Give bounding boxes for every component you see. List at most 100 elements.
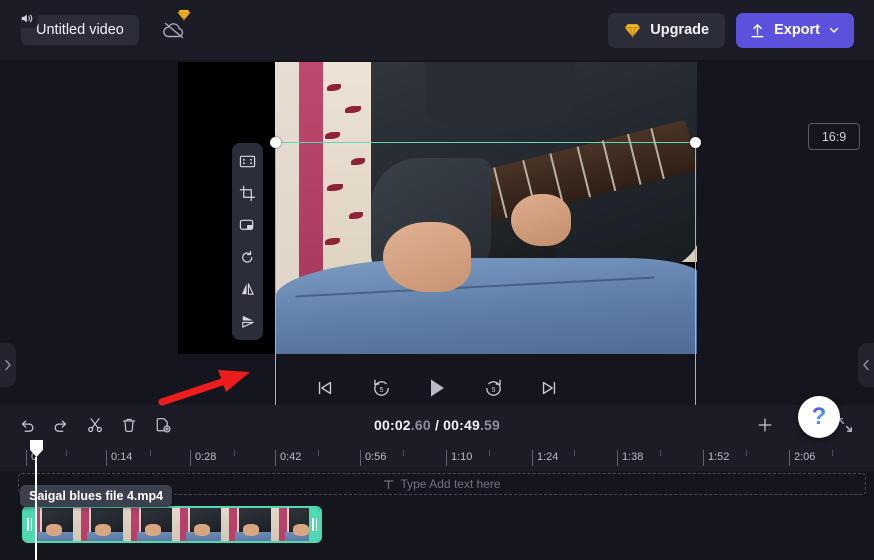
ruler-tick-major [703, 450, 704, 466]
ruler-tick-label: 0:14 [111, 451, 133, 463]
cloud-off-icon[interactable] [159, 9, 191, 45]
trash-icon [122, 418, 136, 432]
picture-in-picture-icon[interactable] [235, 214, 260, 237]
total-time: 00:49 [443, 417, 480, 433]
help-button[interactable]: ? [798, 396, 840, 438]
aspect-ratio-button[interactable]: 16:9 [808, 123, 860, 150]
rewind-5-icon: 5 [373, 379, 389, 396]
flip-h-glyph [241, 283, 254, 295]
text-icon [384, 479, 394, 489]
skip-to-end-button[interactable] [532, 371, 566, 405]
pip-glyph [239, 219, 254, 230]
split-button[interactable] [80, 411, 110, 439]
fit-to-frame-icon[interactable] [235, 150, 260, 173]
red-arrow-annotation [158, 370, 250, 406]
timeline-clip-video[interactable] [22, 506, 322, 543]
ruler-tick-minor [660, 450, 661, 456]
ruler-tick-minor [832, 450, 833, 456]
project-title-input[interactable]: Untitled video [21, 15, 139, 45]
ruler-tick-label: 1:24 [537, 451, 559, 463]
play-button[interactable] [420, 371, 454, 405]
ruler-tick-label: 2:06 [794, 451, 816, 463]
upload-icon [751, 23, 764, 37]
ruler-tick-label: 0 [31, 451, 38, 463]
ruler-tick-minor [150, 450, 151, 456]
rewind-5s-button[interactable]: 5 [364, 371, 398, 405]
ruler-tick-minor [746, 450, 747, 456]
crop-icon[interactable] [235, 182, 260, 205]
rotate-icon[interactable] [235, 246, 260, 269]
clip-trim-handle-left[interactable] [24, 508, 35, 541]
diamond-icon [177, 9, 191, 21]
undo-button[interactable] [12, 411, 42, 439]
help-question-mark: ? [811, 403, 827, 430]
forward-5-icon: 5 [485, 379, 501, 396]
skip-back-icon [318, 381, 332, 395]
clip-volume-button[interactable] [16, 8, 38, 28]
right-panel-expand-tab[interactable] [858, 343, 874, 387]
chevron-right-icon [5, 359, 11, 371]
ruler-tick-label: 0:42 [280, 451, 302, 463]
resize-handle-top-left[interactable] [270, 137, 281, 148]
clip-thumbnail [171, 508, 222, 541]
preview-stage: 16:9 5 5 ? [0, 60, 874, 465]
upgrade-button[interactable]: Upgrade [608, 12, 726, 48]
left-panel-expand-tab[interactable] [0, 343, 16, 387]
add-text-label: Type Add text here [400, 477, 501, 491]
duplicate-icon [156, 418, 171, 433]
clip-filmstrip [24, 508, 320, 541]
video-frame-image [275, 62, 697, 354]
forward-seconds-label: 5 [491, 385, 495, 393]
flip-v-glyph [242, 315, 254, 328]
current-time-frac: .60 [410, 417, 431, 433]
ruler-tick-label: 0:56 [365, 451, 387, 463]
upgrade-label: Upgrade [650, 22, 710, 38]
skip-to-start-button[interactable] [308, 371, 342, 405]
rewind-seconds-label: 5 [379, 385, 383, 393]
crop-glyph [239, 185, 256, 202]
ruler-tick-major [789, 450, 790, 466]
flip-horizontal-icon[interactable] [235, 278, 260, 301]
timeline-toolbar: 00:02.60 / 00:49.59 [0, 405, 874, 445]
scissors-icon [88, 418, 102, 433]
rotate-glyph [242, 250, 253, 263]
export-button[interactable]: Export [736, 12, 854, 48]
ruler-tick-minor [403, 450, 404, 456]
ruler-tick-label: 1:10 [451, 451, 473, 463]
delete-button[interactable] [114, 411, 144, 439]
preview-tool-rail [232, 143, 263, 340]
resize-handle-top-right[interactable] [690, 137, 701, 148]
ruler-tick-major [446, 450, 447, 466]
ruler-tick-major [190, 450, 191, 466]
chevron-down-icon [829, 27, 839, 33]
zoom-in-button[interactable] [750, 411, 780, 439]
clip-filename-tooltip: Saigal blues file 4.mp4 [20, 485, 173, 507]
duplicate-button[interactable] [148, 411, 178, 439]
ruler-tick-minor [318, 450, 319, 456]
flip-vertical-icon[interactable] [235, 310, 260, 333]
forward-5s-button[interactable]: 5 [476, 371, 510, 405]
timeline-edit-tools [12, 411, 178, 439]
diamond-icon [625, 23, 641, 38]
ruler-tick-major [26, 450, 27, 466]
ruler-tick-major [106, 450, 107, 466]
ruler-tick-major [532, 450, 533, 466]
ruler-tick-minor [66, 450, 67, 456]
ruler-tick-label: 1:52 [708, 451, 730, 463]
app-header: Untitled video Upgrade Export [0, 0, 874, 60]
redo-icon [54, 420, 67, 432]
play-icon [431, 379, 444, 397]
chevron-left-icon [863, 359, 869, 371]
export-label: Export [774, 22, 820, 38]
clip-trim-handle-right[interactable] [309, 508, 320, 541]
time-separator: / [430, 417, 444, 433]
plus-icon [758, 418, 772, 432]
ruler-tick-major [275, 450, 276, 466]
clip-thumbnail [73, 508, 123, 541]
ruler-tick-label: 0:28 [195, 451, 217, 463]
timeline-ruler[interactable]: 0 0:14 0:28 0:42 0:56 1:10 1:24 1:38 1:52 2:06 [0, 445, 874, 471]
fit-to-frame-glyph [239, 155, 256, 168]
ruler-tick-major [617, 450, 618, 466]
redo-button[interactable] [46, 411, 76, 439]
speaker-icon [21, 13, 33, 23]
